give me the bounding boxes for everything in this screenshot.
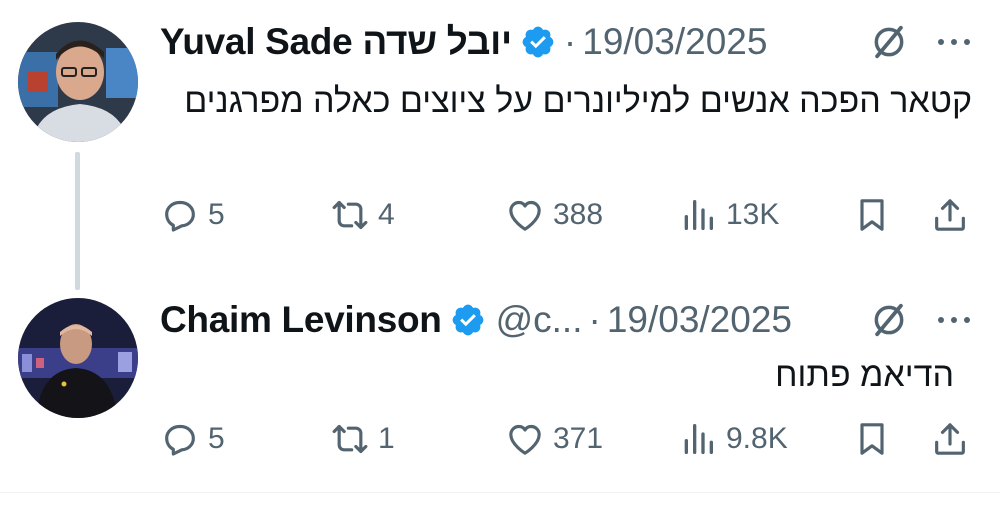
views-button[interactable]: 13K bbox=[678, 190, 779, 240]
more-options-icon[interactable] bbox=[934, 32, 974, 52]
avatar-chaim-levinson[interactable] bbox=[18, 298, 138, 418]
like-count: 388 bbox=[553, 198, 604, 231]
author-handle[interactable]: @c... bbox=[496, 299, 583, 341]
views-count: 9.8K bbox=[726, 422, 788, 455]
reply-icon bbox=[165, 200, 195, 232]
reply-icon bbox=[165, 424, 195, 456]
tweet-text: הדיאמ פתוח bbox=[775, 356, 954, 394]
verified-badge-icon bbox=[522, 26, 554, 58]
bookmark-icon bbox=[860, 199, 884, 231]
retweet-button[interactable]: 4 bbox=[330, 190, 395, 240]
share-button[interactable] bbox=[930, 190, 970, 240]
verified-badge-icon bbox=[452, 304, 483, 336]
views-icon bbox=[684, 200, 713, 230]
like-count: 371 bbox=[553, 422, 604, 455]
tweet-text: קטאר הפכה אנשים למיליונרים על ציוצים כאל… bbox=[184, 82, 972, 120]
views-icon bbox=[684, 424, 713, 454]
views-count: 13K bbox=[726, 198, 780, 231]
like-button[interactable]: 388 bbox=[505, 190, 603, 240]
retweet-icon bbox=[332, 424, 368, 454]
reply-count: 5 bbox=[208, 198, 225, 231]
tweet-date[interactable]: 19/03/2025 bbox=[607, 299, 792, 341]
reply-count: 5 bbox=[208, 422, 225, 455]
thread-connector-line bbox=[75, 152, 80, 290]
tweet-chaim-levinson[interactable]: Chaim Levinson @c... · 19/03/2025 הדיאמ … bbox=[0, 282, 1000, 492]
separator-dot: · bbox=[588, 299, 601, 340]
more-options-icon[interactable] bbox=[934, 310, 974, 330]
views-button[interactable]: 9.8K bbox=[678, 414, 788, 464]
share-icon bbox=[935, 423, 965, 455]
tweet-header: Chaim Levinson @c... · 19/03/2025 bbox=[160, 298, 980, 342]
author-name[interactable]: Chaim Levinson bbox=[160, 299, 442, 341]
retweet-count: 4 bbox=[378, 198, 395, 231]
tweet-date[interactable]: 19/03/2025 bbox=[582, 21, 767, 63]
tweet-actions: 5 4 388 13K bbox=[160, 190, 980, 240]
author-name[interactable]: Yuval Sade יובל שדה bbox=[160, 21, 512, 63]
reply-button[interactable]: 5 bbox=[160, 414, 225, 464]
avatar-yuval-sade[interactable] bbox=[18, 22, 138, 142]
bookmark-icon bbox=[860, 423, 884, 455]
grok-icon[interactable] bbox=[870, 23, 908, 61]
like-icon bbox=[509, 424, 541, 455]
like-button[interactable]: 371 bbox=[505, 414, 603, 464]
retweet-icon bbox=[332, 200, 368, 230]
bookmark-button[interactable] bbox=[852, 190, 892, 240]
tweet-yuval-sade[interactable]: Yuval Sade יובל שדה · 19/03/2025 קטאר הפ… bbox=[0, 0, 1000, 290]
bookmark-button[interactable] bbox=[852, 414, 892, 464]
retweet-button[interactable]: 1 bbox=[330, 414, 395, 464]
reply-button[interactable]: 5 bbox=[160, 190, 225, 240]
tweet-actions: 5 1 371 9.8K bbox=[160, 414, 980, 464]
like-icon bbox=[509, 200, 541, 231]
retweet-count: 1 bbox=[378, 422, 395, 455]
tweet-header: Yuval Sade יובל שדה · 19/03/2025 bbox=[160, 20, 980, 64]
share-icon bbox=[935, 199, 965, 231]
separator-dot: · bbox=[563, 21, 577, 62]
grok-icon[interactable] bbox=[870, 301, 908, 339]
share-button[interactable] bbox=[930, 414, 970, 464]
bottom-divider bbox=[0, 492, 1000, 493]
